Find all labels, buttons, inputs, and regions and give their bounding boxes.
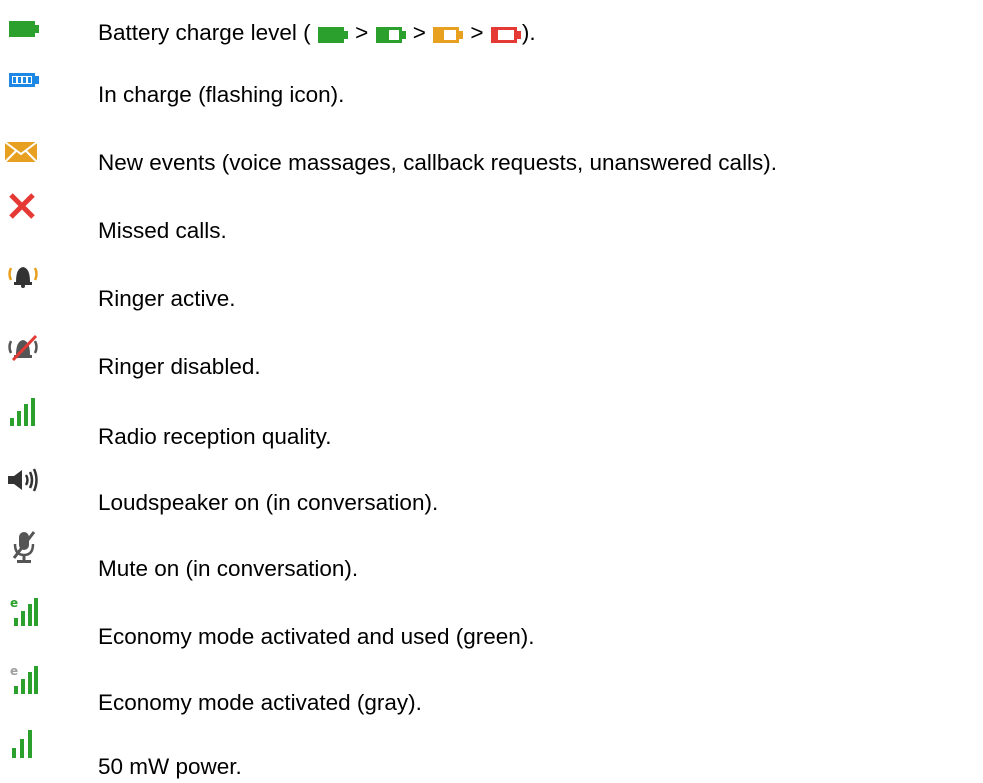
- legend-row-loudspeaker: Loudspeaker on (in conversation).: [0, 466, 983, 515]
- legend-label-ringer-disabled: Ringer disabled.: [98, 354, 261, 379]
- legend-row-missed-calls: Missed calls.: [0, 192, 983, 243]
- legend-row-battery: Battery charge level ( > > > ).: [0, 14, 983, 54]
- legend-label-ringer-active: Ringer active.: [98, 286, 236, 311]
- legend-row-economy-green: e Economy mode activated and used (green…: [0, 596, 983, 649]
- legend-label-economy-gray: Economy mode activated (gray).: [98, 690, 422, 715]
- legend-label-radio-reception: Radio reception quality.: [98, 424, 332, 449]
- red-x-icon: [8, 192, 36, 220]
- battery-full-icon: [8, 20, 40, 38]
- economy-gray-icon: e: [10, 664, 38, 696]
- bell-disabled-icon: [6, 334, 40, 362]
- battery-orange-icon: [432, 26, 464, 44]
- legend-label-mute: Mute on (in conversation).: [98, 556, 359, 581]
- battery-green-icon: [317, 26, 349, 44]
- legend-label-missed-calls: Missed calls.: [98, 218, 227, 243]
- legend-row-radio-reception: Radio reception quality.: [0, 398, 983, 449]
- legend-row-new-events: New events (voice massages, callback req…: [0, 140, 983, 180]
- power-50mw-icon: [12, 730, 34, 760]
- legend-label-power: 50 mW power.: [98, 754, 242, 779]
- legend-label-charging: In charge (flashing icon).: [98, 82, 345, 107]
- legend-row-charging: In charge (flashing icon).: [0, 72, 983, 112]
- battery-red-icon: [490, 26, 522, 44]
- economy-green-icon: e: [10, 596, 38, 628]
- loudspeaker-icon: [6, 466, 40, 494]
- legend-label-battery: Battery charge level ( > > > ).: [98, 20, 536, 45]
- legend-label-loudspeaker: Loudspeaker on (in conversation).: [98, 490, 439, 515]
- envelope-icon: [4, 140, 38, 164]
- legend-label-new-events: New events (voice massages, callback req…: [98, 150, 778, 175]
- battery-half-green-icon: [375, 26, 407, 44]
- legend-row-ringer-active: Ringer active.: [0, 262, 983, 311]
- legend-row-economy-gray: e Economy mode activated (gray).: [0, 664, 983, 715]
- mute-mic-icon: [10, 530, 38, 564]
- legend-row-mute: Mute on (in conversation).: [0, 530, 983, 581]
- bell-ringing-icon: [6, 262, 40, 288]
- legend-row-power: 50 mW power.: [0, 730, 983, 780]
- signal-bars-icon: [10, 398, 36, 428]
- svg-text:e: e: [10, 664, 18, 678]
- svg-text:e: e: [10, 596, 18, 610]
- battery-charging-icon: [8, 72, 40, 88]
- legend-row-ringer-disabled: Ringer disabled.: [0, 334, 983, 382]
- legend-label-economy-green: Economy mode activated and used (green).: [98, 624, 535, 649]
